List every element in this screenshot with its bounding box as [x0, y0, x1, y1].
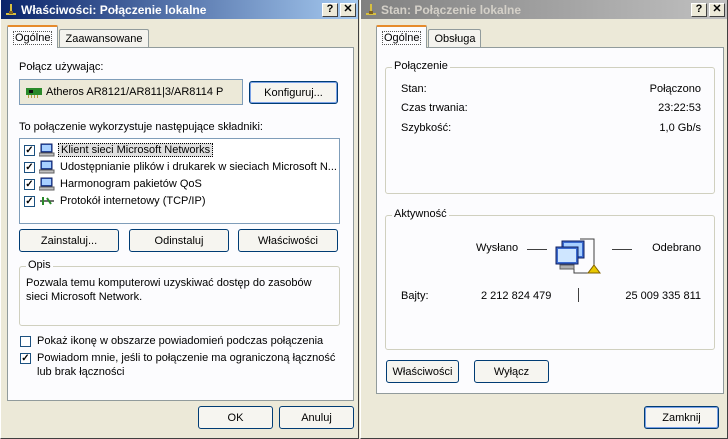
properties-button[interactable]: Właściwości [238, 229, 338, 252]
components-label: To połączenie wykorzystuje następujące s… [19, 121, 263, 133]
bytes-received-value: 25 009 335 811 [625, 290, 701, 302]
sent-label: Wysłano [476, 242, 519, 254]
adapter-field: Atheros AR8121/AR811|3/AR8114 P [19, 79, 243, 105]
connection-group: Połączenie Stan: Połączono Czas trwania:… [385, 60, 715, 194]
status-value: Połączono [649, 83, 701, 95]
list-item[interactable]: ✓ Protokół internetowy (TCP/IP) [24, 193, 208, 209]
network-activity-icon [554, 229, 606, 279]
configure-button[interactable]: Konfiguruj... [249, 81, 338, 104]
ok-button[interactable]: OK [198, 406, 273, 429]
activity-group: Aktywność Wysłano Odebrano Bajty: 2 212 … [385, 208, 715, 350]
connection-group-title: Połączenie [392, 60, 450, 72]
list-item[interactable]: ✓ Harmonogram pakietów QoS [24, 176, 204, 192]
network-connection-icon [364, 3, 378, 17]
tab-general[interactable]: Ogólne [376, 25, 428, 48]
help-button[interactable]: ? [322, 2, 338, 17]
description-title: Opis [26, 259, 53, 271]
component-checkbox[interactable]: ✓ [24, 178, 35, 190]
speed-label: Szybkość: [401, 122, 452, 134]
duration-label: Czas trwania: [401, 102, 468, 114]
show-icon-label: Pokaż ikonę w obszarze powiadomień podcz… [37, 335, 324, 347]
close-button[interactable]: ✕ [709, 2, 725, 17]
sent-line [527, 249, 547, 250]
bytes-label: Bajty: [401, 290, 429, 302]
properties-window: Właściwości: Połączenie lokalne ? ✕ Ogól… [0, 0, 359, 439]
notify-checkbox[interactable]: ✓ [20, 353, 31, 364]
components-list[interactable]: ✓ Klient sieci Microsoft Networks ✓ Udos… [19, 138, 340, 224]
protocol-icon [39, 194, 55, 208]
general-tab-panel: Połączenie Stan: Połączono Czas trwania:… [376, 47, 724, 394]
tab-advanced[interactable]: Zaawansowane [59, 29, 149, 48]
tab-general[interactable]: Ogólne [7, 25, 59, 48]
notify-label-line-1: Powiadom mnie, jeśli to połączenie ma og… [37, 352, 336, 364]
bytes-sent-value: 2 212 824 479 [481, 290, 552, 302]
general-tab-panel: Połącz używając: Atheros AR8121/AR811|3/… [7, 47, 354, 401]
status-label: Stan: [401, 83, 427, 95]
network-client-icon [38, 143, 55, 157]
list-item[interactable]: ✓ Udostępnianie plików i drukarek w siec… [24, 159, 339, 175]
disable-button[interactable]: Wyłącz [474, 360, 549, 383]
description-group: Opis Pozwala temu komputerowi uzyskiwać … [19, 259, 340, 326]
status-window: Stan: Połączenie lokalne ? ✕ Ogólne Obsł… [360, 0, 728, 439]
list-item[interactable]: ✓ Klient sieci Microsoft Networks [24, 142, 214, 158]
tab-strip: Ogólne Obsługa [376, 25, 482, 48]
description-text-line-2: sieci Microsoft Network. [26, 291, 143, 303]
help-button[interactable]: ? [691, 2, 707, 17]
network-connection-icon [4, 3, 18, 17]
install-button[interactable]: Zainstaluj... [19, 229, 119, 252]
window-title: Właściwości: Połączenie lokalne [21, 2, 207, 17]
tab-strip: Ogólne Zaawansowane [7, 25, 150, 48]
adapter-name: Atheros AR8121/AR811|3/AR8114 P [46, 86, 224, 98]
notify-label-line-2: lub brak łączności [37, 366, 125, 378]
qos-scheduler-icon [38, 177, 55, 191]
bytes-divider [578, 288, 579, 302]
close-button[interactable]: ✕ [340, 2, 356, 17]
component-checkbox[interactable]: ✓ [24, 195, 35, 207]
properties-button[interactable]: Właściwości [386, 360, 459, 383]
uninstall-button[interactable]: Odinstaluj [129, 229, 229, 252]
connect-using-label: Połącz używając: [19, 61, 104, 73]
status-titlebar[interactable]: Stan: Połączenie lokalne ? ✕ [361, 0, 727, 19]
show-icon-checkbox[interactable] [20, 336, 31, 347]
description-text-line-1: Pozwala temu komputerowi uzyskiwać dostę… [26, 277, 312, 289]
component-checkbox[interactable]: ✓ [24, 161, 35, 173]
cancel-button[interactable]: Anuluj [279, 406, 354, 429]
window-title: Stan: Połączenie lokalne [381, 2, 522, 17]
speed-value: 1,0 Gb/s [659, 122, 701, 134]
received-line [612, 249, 632, 250]
file-sharing-icon [38, 160, 55, 174]
network-adapter-icon [26, 86, 42, 98]
component-checkbox[interactable]: ✓ [24, 144, 35, 156]
tab-support[interactable]: Obsługa [428, 29, 482, 48]
activity-group-title: Aktywność [392, 208, 449, 220]
duration-value: 23:22:53 [658, 102, 701, 114]
close-window-button[interactable]: Zamknij [644, 406, 719, 429]
properties-titlebar[interactable]: Właściwości: Połączenie lokalne ? ✕ [1, 0, 358, 19]
received-label: Odebrano [652, 242, 701, 254]
